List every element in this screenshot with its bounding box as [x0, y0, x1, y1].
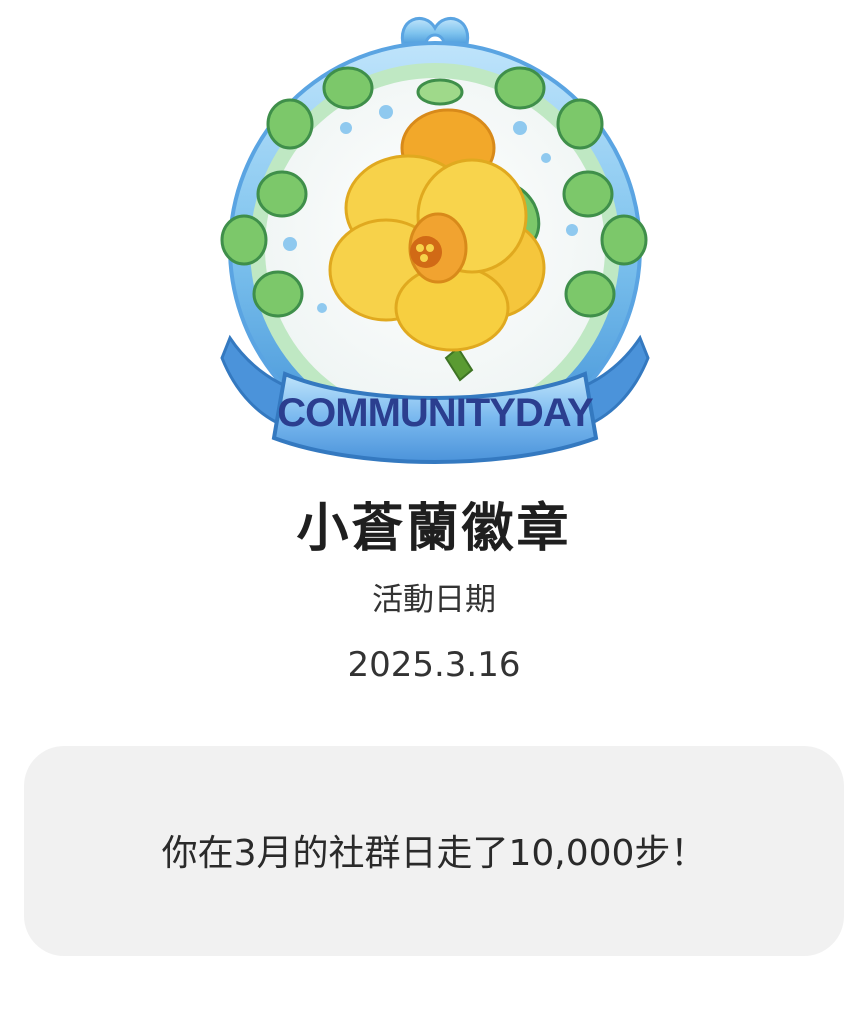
- event-date-label: 活動日期: [372, 582, 496, 618]
- step-summary-text: 你在3月的社群日走了10,000步！: [161, 833, 707, 874]
- community-day-badge: COMMUNITYDAY: [190, 8, 680, 478]
- yellow-flower-badge-icon: COMMUNITYDAY: [220, 17, 650, 464]
- event-date-value: 2025.3.16: [347, 645, 521, 685]
- badge-title: 小蒼蘭徽章: [296, 499, 572, 559]
- step-summary-card: 你在3月的社群日走了10,000步！: [24, 746, 844, 956]
- ribbon-text: COMMUNITYDAY: [277, 391, 594, 435]
